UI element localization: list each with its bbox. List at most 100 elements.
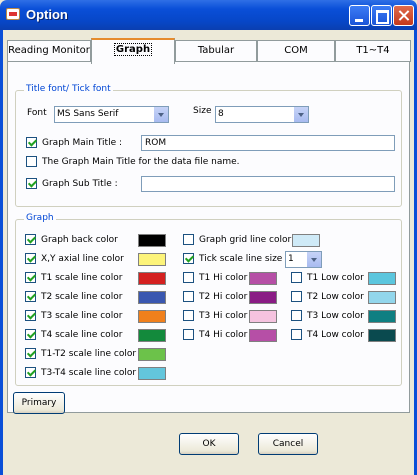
window-frame-left (0, 30, 3, 475)
t3-t4-scale-line-color-row[interactable]: T3-T4 scale line color (25, 367, 136, 378)
t3-scale-line-color-swatch[interactable] (138, 310, 166, 323)
t4-scale-line-color-row[interactable]: T4 scale line color (25, 329, 122, 340)
tick-size-label: Tick scale line size (199, 253, 283, 264)
tab-label: Graph (113, 43, 153, 56)
t1-t2-scale-line-color-label: T1-T2 scale line color (41, 348, 137, 359)
grid-line-color-row[interactable]: Graph grid line color (183, 234, 291, 245)
t1-low-color-checkbox[interactable] (291, 272, 302, 283)
chevron-down-icon[interactable] (293, 107, 308, 122)
main-title-input[interactable]: ROM (141, 135, 395, 151)
t4-scale-line-color-swatch[interactable] (138, 329, 166, 342)
graph-back-color-row[interactable]: Graph back color (25, 234, 118, 245)
t3-scale-line-color-label: T3 scale line color (41, 310, 123, 321)
graph-back-color-checkbox[interactable] (25, 234, 36, 245)
t4-low-color-swatch[interactable] (368, 329, 396, 342)
sub-title-checkbox-row[interactable]: Graph Sub Title : (26, 178, 118, 189)
t2-hi-color-swatch[interactable] (249, 291, 277, 304)
t1-low-color-swatch[interactable] (368, 272, 396, 285)
datafile-title-checkbox[interactable] (26, 156, 37, 167)
size-select[interactable]: 8 (215, 106, 309, 123)
t1-hi-color-row[interactable]: T1 Hi color (183, 272, 247, 283)
sub-title-input[interactable] (141, 176, 395, 192)
t3-low-color-label: T3 Low color (307, 310, 364, 321)
t4-scale-line-color-checkbox[interactable] (25, 329, 36, 340)
maximize-icon[interactable] (371, 5, 392, 26)
t4-low-color-row[interactable]: T4 Low color (291, 329, 364, 340)
ok-button[interactable]: OK (179, 433, 239, 455)
font-select[interactable]: MS Sans Serif (54, 106, 169, 123)
font-select-value: MS Sans Serif (57, 109, 119, 119)
t3-hi-color-checkbox[interactable] (183, 310, 194, 321)
t2-low-color-swatch[interactable] (368, 291, 396, 304)
t3-hi-color-swatch[interactable] (249, 310, 277, 323)
t1-scale-line-color-label: T1 scale line color (41, 272, 123, 283)
tab-graph[interactable]: Graph (91, 38, 175, 64)
graph-tab-panel: Title font/ Tick font Font MS Sans Serif… (7, 61, 410, 414)
t1-scale-line-color-swatch[interactable] (138, 272, 166, 285)
t3-t4-scale-line-color-checkbox[interactable] (25, 367, 36, 378)
t4-hi-color-checkbox[interactable] (183, 329, 194, 340)
t2-scale-line-color-checkbox[interactable] (25, 291, 36, 302)
axial-line-color-checkbox[interactable] (25, 253, 36, 264)
t2-hi-color-row[interactable]: T2 Hi color (183, 291, 247, 302)
graph-back-color-swatch[interactable] (138, 234, 166, 247)
main-title-checkbox-row[interactable]: Graph Main Title : (26, 137, 122, 148)
chevron-down-icon[interactable] (153, 107, 168, 122)
tick-size-row[interactable]: Tick scale line size (183, 253, 282, 264)
tab-com[interactable]: COM (257, 40, 335, 62)
t4-low-color-label: T4 Low color (307, 329, 364, 340)
main-title-checkbox[interactable] (26, 137, 37, 148)
t1-t2-scale-line-color-checkbox[interactable] (25, 348, 36, 359)
t1-t2-scale-line-color-row[interactable]: T1-T2 scale line color (25, 348, 136, 359)
font-label-row: Font (27, 108, 47, 118)
t4-hi-color-row[interactable]: T4 Hi color (183, 329, 247, 340)
t3-hi-color-label: T3 Hi color (199, 310, 248, 321)
title-font-group: Title font/ Tick font Font MS Sans Serif… (15, 84, 402, 207)
t2-low-color-row[interactable]: T2 Low color (291, 291, 364, 302)
cancel-button[interactable]: Cancel (258, 433, 318, 455)
size-label-row: Size (193, 106, 211, 116)
t1-scale-line-color-checkbox[interactable] (25, 272, 36, 283)
t3-low-color-checkbox[interactable] (291, 310, 302, 321)
t2-scale-line-color-row[interactable]: T2 scale line color (25, 291, 122, 302)
t2-scale-line-color-label: T2 scale line color (41, 291, 123, 302)
sub-title-checkbox[interactable] (26, 178, 37, 189)
t1-hi-color-checkbox[interactable] (183, 272, 194, 283)
t2-hi-color-checkbox[interactable] (183, 291, 194, 302)
chevron-down-icon[interactable] (306, 252, 321, 267)
t4-low-color-checkbox[interactable] (291, 329, 302, 340)
axial-line-color-label: X,Y axial line color (41, 253, 124, 264)
size-select-value: 8 (218, 109, 224, 119)
t2-scale-line-color-swatch[interactable] (138, 291, 166, 304)
tab-t1-t4[interactable]: T1~T4 (335, 40, 411, 62)
tab-reading-monitor[interactable]: Reading Monitor (7, 40, 91, 62)
t2-low-color-checkbox[interactable] (291, 291, 302, 302)
t3-low-color-row[interactable]: T3 Low color (291, 310, 364, 321)
t4-hi-color-swatch[interactable] (249, 329, 277, 342)
tick-size-select[interactable]: 1 (285, 251, 322, 268)
t1-hi-color-swatch[interactable] (249, 272, 277, 285)
t3-scale-line-color-checkbox[interactable] (25, 310, 36, 321)
font-label: Font (27, 108, 47, 118)
t1-low-color-row[interactable]: T1 Low color (291, 272, 364, 283)
axial-line-color-swatch[interactable] (138, 253, 166, 266)
t3-low-color-swatch[interactable] (368, 310, 396, 323)
minimize-icon[interactable] (349, 5, 370, 26)
tab-tabular[interactable]: Tabular (175, 40, 257, 62)
title-bar: Option (0, 0, 417, 30)
axial-line-color-row[interactable]: X,Y axial line color (25, 253, 124, 264)
t3-hi-color-row[interactable]: T3 Hi color (183, 310, 247, 321)
close-icon[interactable] (393, 5, 414, 26)
t1-t2-scale-line-color-swatch[interactable] (138, 348, 166, 361)
t3-t4-scale-line-color-swatch[interactable] (138, 367, 166, 380)
sub-title-label: Graph Sub Title : (42, 178, 118, 189)
t3-scale-line-color-row[interactable]: T3 scale line color (25, 310, 122, 321)
grid-line-color-checkbox[interactable] (183, 234, 194, 245)
t1-scale-line-color-row[interactable]: T1 scale line color (25, 272, 122, 283)
primary-button[interactable]: Primary (13, 392, 65, 414)
datafile-title-checkbox-row[interactable]: The Graph Main Title for the data file n… (26, 156, 240, 167)
tick-size-checkbox[interactable] (183, 253, 194, 264)
t4-hi-color-label: T4 Hi color (199, 329, 248, 340)
grid-line-color-swatch[interactable] (292, 234, 320, 247)
datafile-title-label: The Graph Main Title for the data file n… (42, 156, 240, 167)
